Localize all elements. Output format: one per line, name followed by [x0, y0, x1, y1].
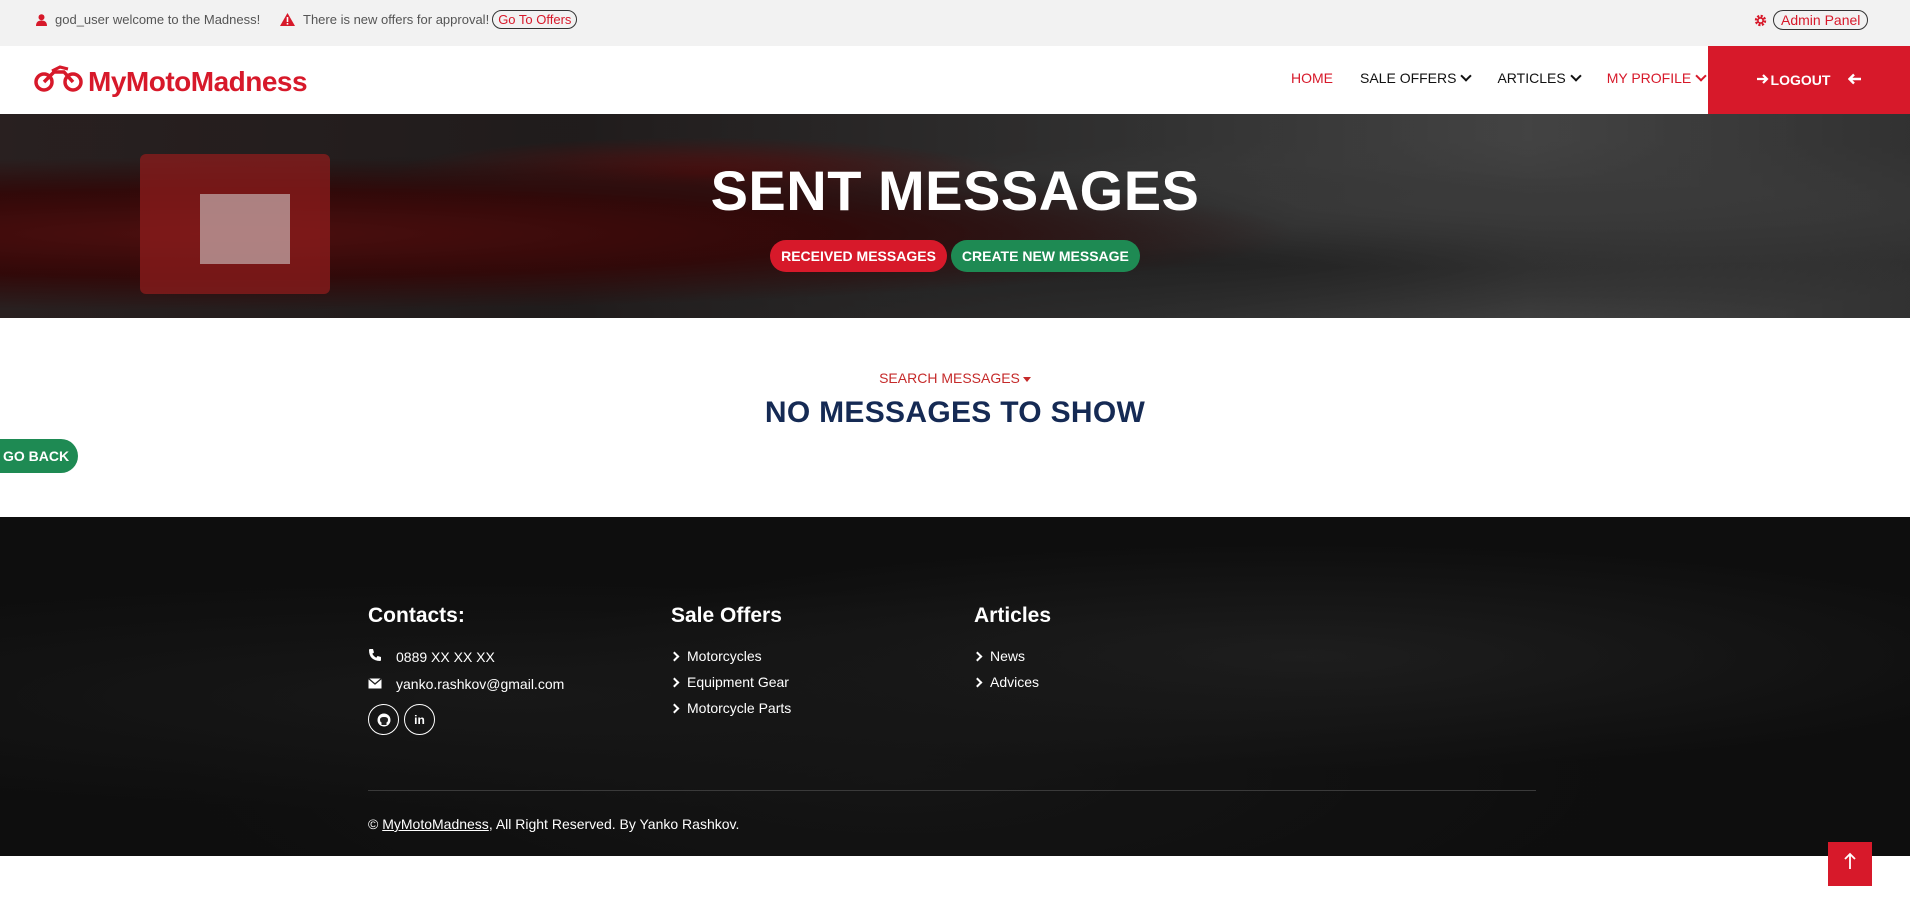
footer-link-label: Advices — [990, 674, 1040, 690]
nav-articles-label: ARTICLES — [1497, 70, 1566, 86]
nav-home-label: HOME — [1291, 70, 1333, 86]
back-to-top-button[interactable] — [1828, 842, 1872, 886]
nav-my-profile[interactable]: MY PROFILE — [1606, 70, 1707, 86]
gear-icon — [1754, 14, 1767, 27]
chevron-right-icon — [972, 677, 983, 687]
nav-sale-offers-label: SALE OFFERS — [1360, 70, 1457, 86]
arrow-up-icon — [1843, 852, 1857, 876]
offers-notice-text: There is new offers for approval! — [303, 12, 490, 27]
nav-articles[interactable]: ARTICLES — [1497, 70, 1582, 86]
chevron-right-icon — [972, 651, 983, 661]
chevron-right-icon — [669, 677, 680, 687]
footer-link-label: Equipment Gear — [687, 674, 789, 690]
brand-logo[interactable]: MyMotoMadness — [34, 63, 308, 100]
go-to-offers-link[interactable]: Go To Offers — [492, 10, 578, 29]
admin-panel-link[interactable]: Admin Panel — [1773, 10, 1869, 30]
footer-link-motorcycle-parts[interactable]: Motorcycle Parts — [669, 700, 792, 716]
footer-articles: Articles News Advices — [972, 604, 1052, 700]
contact-email: yanko.rashkov@gmail.com — [368, 676, 564, 692]
logout-label: LOGOUT — [1770, 72, 1831, 88]
welcome-text: god_user welcome to the Madness! — [55, 12, 261, 27]
nav-links: HOME SALE OFFERS ARTICLES MY PROFILE — [1291, 70, 1732, 86]
hero-actions: RECEIVED MESSAGES CREATE NEW MESSAGE — [0, 240, 1910, 272]
footer-contacts-title: Contacts: — [368, 604, 465, 627]
footer-link-news[interactable]: News — [972, 648, 1051, 664]
page-title: SENT MESSAGES — [710, 159, 1200, 222]
footer: Contacts: 0889 XX XX XX yanko.rashkov@gm… — [0, 517, 1910, 856]
brand-name: MyMotoMadness — [88, 65, 308, 97]
social-links: in — [368, 704, 564, 735]
motorcycle-icon — [34, 63, 84, 100]
chevron-right-icon — [669, 703, 680, 713]
chevron-down-icon — [1460, 70, 1473, 82]
footer-sale-offers-title: Sale Offers — [671, 604, 782, 627]
welcome-message: god_user welcome to the Madness! — [36, 12, 260, 27]
caret-down-icon — [1022, 376, 1031, 382]
warning-icon — [280, 13, 295, 26]
search-messages-toggle[interactable]: SEARCH MESSAGES — [0, 370, 1910, 386]
create-new-message-button[interactable]: CREATE NEW MESSAGE — [950, 240, 1140, 272]
linkedin-icon[interactable]: in — [404, 704, 435, 735]
footer-link-label: Motorcycles — [687, 648, 762, 664]
footer-link-advices[interactable]: Advices — [972, 674, 1051, 690]
nav-home[interactable]: HOME — [1291, 70, 1333, 86]
copyright-symbol: © — [368, 816, 379, 832]
empty-state-message: NO MESSAGES TO SHOW — [764, 396, 1146, 429]
top-bar: god_user welcome to the Madness! There i… — [0, 0, 1910, 46]
main-navbar: MyMotoMadness HOME SALE OFFERS ARTICLES … — [0, 46, 1910, 114]
footer-divider — [368, 790, 1536, 791]
phone-number: 0889 XX XX XX — [396, 648, 495, 665]
nav-my-profile-label: MY PROFILE — [1606, 70, 1692, 86]
nav-sale-offers[interactable]: SALE OFFERS — [1360, 70, 1473, 86]
copyright-text: , All Right Reserved. By Yanko Rashkov. — [488, 816, 740, 832]
chevron-down-icon — [1695, 70, 1707, 82]
phone-icon — [368, 648, 382, 665]
footer-contacts: Contacts: 0889 XX XX XX yanko.rashkov@gm… — [368, 604, 564, 735]
hero-banner: SENT MESSAGES RECEIVED MESSAGES CREATE N… — [0, 114, 1910, 318]
user-icon — [36, 13, 47, 26]
footer-articles-title: Articles — [974, 604, 1052, 627]
copyright-brand-link[interactable]: MyMotoMadness — [382, 816, 489, 832]
footer-sale-offers: Sale Offers Motorcycles Equipment Gear M… — [669, 604, 792, 726]
arrow-left-icon — [1848, 72, 1862, 88]
github-icon[interactable] — [368, 704, 399, 735]
footer-link-label: News — [990, 648, 1026, 664]
footer-link-equipment-gear[interactable]: Equipment Gear — [669, 674, 791, 690]
chevron-right-icon — [669, 651, 680, 661]
copyright: © MyMotoMadness, All Right Reserved. By … — [368, 816, 739, 832]
chevron-down-icon — [1570, 70, 1582, 82]
received-messages-button[interactable]: RECEIVED MESSAGES — [770, 240, 947, 272]
search-messages-label: SEARCH MESSAGES — [879, 370, 1020, 386]
offers-notice: There is new offers for approval! Go To … — [280, 10, 578, 29]
envelope-icon — [368, 676, 382, 692]
admin-area: Admin Panel — [1754, 10, 1869, 30]
footer-link-label: Motorcycle Parts — [687, 700, 792, 716]
go-back-button[interactable]: GO BACK — [0, 439, 78, 473]
footer-link-motorcycles[interactable]: Motorcycles — [669, 648, 791, 664]
contact-phone: 0889 XX XX XX — [368, 648, 564, 665]
arrow-right-icon — [1756, 72, 1769, 88]
logout-button[interactable]: LOGOUT — [1708, 46, 1910, 114]
email-address: yanko.rashkov@gmail.com — [396, 676, 565, 692]
